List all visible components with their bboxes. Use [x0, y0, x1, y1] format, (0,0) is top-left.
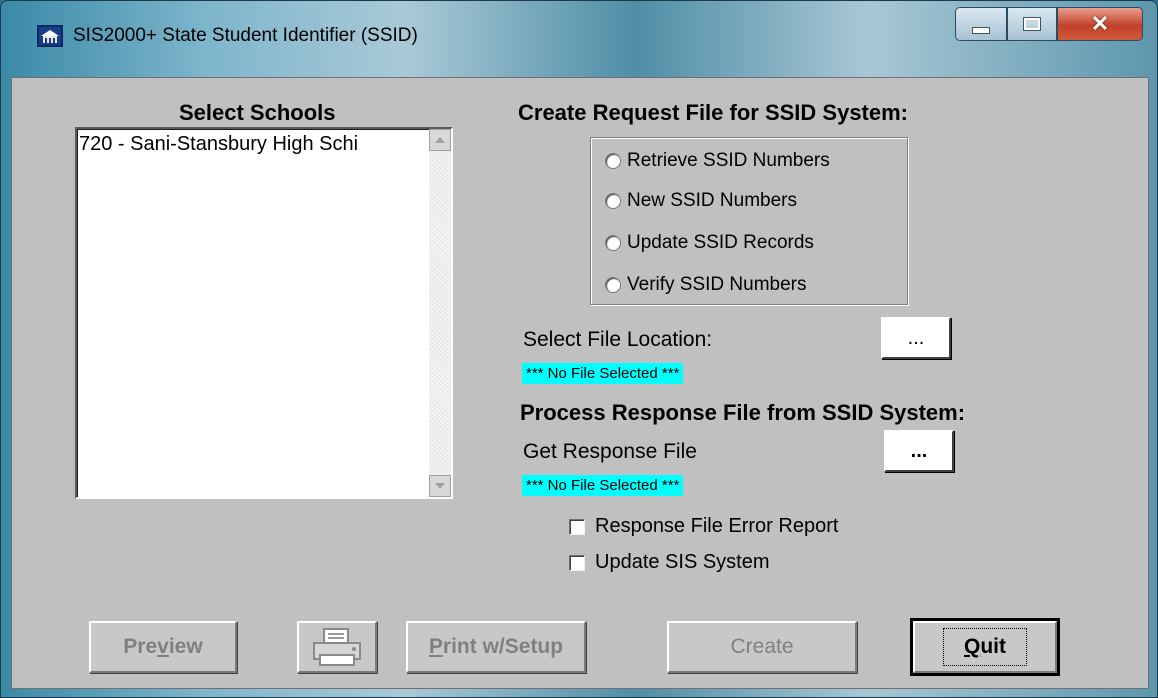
update-sis-checkbox[interactable] — [569, 554, 585, 571]
radio-label: Retrieve SSID Numbers — [627, 150, 830, 171]
list-item[interactable]: 720 - Sani-Stansbury High Schi — [79, 133, 419, 156]
create-button[interactable]: Create — [667, 621, 857, 673]
checkbox-label: Response File Error Report — [595, 515, 839, 537]
printer-icon — [313, 628, 361, 666]
request-heading: Create Request File for SSID System: — [518, 100, 909, 125]
file-location-label: Select File Location: — [523, 328, 713, 351]
request-file-status: *** No File Selected *** — [522, 363, 684, 384]
error-report-checkbox[interactable] — [569, 518, 585, 535]
radio-button[interactable] — [605, 193, 621, 209]
dialog-client-area: Select Schools 720 - Sani-Stansbury High… — [11, 77, 1149, 689]
radio-button[interactable] — [605, 277, 621, 293]
select-schools-heading: Select Schools — [179, 100, 336, 125]
quit-button-face: Quit — [913, 621, 1057, 673]
scroll-down-button[interactable] — [429, 475, 451, 497]
radio-new[interactable]: New SSID Numbers — [605, 190, 797, 212]
radio-retrieve[interactable]: Retrieve SSID Numbers — [605, 150, 830, 172]
minimize-icon — [972, 26, 990, 34]
select-file-location-button[interactable]: ... — [881, 317, 951, 359]
get-response-file-button[interactable]: ... — [884, 430, 954, 472]
get-response-file-label: Get Response File — [523, 440, 697, 463]
maximize-icon — [1024, 18, 1040, 30]
radio-label: Verify SSID Numbers — [627, 274, 807, 295]
close-icon: ✕ — [1090, 11, 1110, 36]
school-building-icon — [37, 25, 63, 47]
preview-button[interactable]: Preview — [89, 621, 237, 673]
minimize-button[interactable] — [955, 7, 1007, 41]
radio-label: New SSID Numbers — [627, 190, 797, 211]
print-button[interactable] — [297, 621, 377, 673]
radio-update[interactable]: Update SSID Records — [605, 232, 814, 254]
title-bar[interactable]: SIS2000+ State Student Identifier (SSID)… — [1, 1, 1158, 77]
print-with-setup-label: Print w/Setup — [428, 635, 564, 658]
close-button[interactable]: ✕ — [1057, 7, 1143, 41]
checkbox-label: Update SIS System — [595, 551, 770, 573]
scroll-up-button[interactable] — [429, 129, 451, 151]
preview-label: Preview — [123, 635, 203, 658]
radio-button[interactable] — [605, 235, 621, 251]
radio-button[interactable] — [605, 153, 621, 169]
maximize-button[interactable] — [1007, 7, 1057, 41]
schools-listbox[interactable]: 720 - Sani-Stansbury High Schi — [75, 127, 453, 499]
radio-label: Update SSID Records — [627, 232, 814, 253]
update-sis-checkbox-row[interactable]: Update SIS System — [569, 551, 770, 574]
window-frame: SIS2000+ State Student Identifier (SSID)… — [0, 0, 1158, 698]
chevron-up-icon — [435, 137, 445, 143]
quit-label: Quit — [943, 628, 1027, 666]
quit-button[interactable]: Quit — [910, 618, 1060, 676]
print-with-setup-button[interactable]: Print w/Setup — [406, 621, 586, 673]
response-heading: Process Response File from SSID System: — [520, 400, 966, 425]
listbox-scrollbar[interactable] — [429, 129, 451, 497]
chevron-down-icon — [435, 483, 445, 489]
window-title: SIS2000+ State Student Identifier (SSID) — [73, 25, 418, 46]
radio-verify[interactable]: Verify SSID Numbers — [605, 274, 807, 296]
response-file-status: *** No File Selected *** — [522, 475, 684, 496]
error-report-checkbox-row[interactable]: Response File Error Report — [569, 515, 838, 538]
request-type-group: Retrieve SSID Numbers New SSID Numbers U… — [590, 137, 908, 305]
